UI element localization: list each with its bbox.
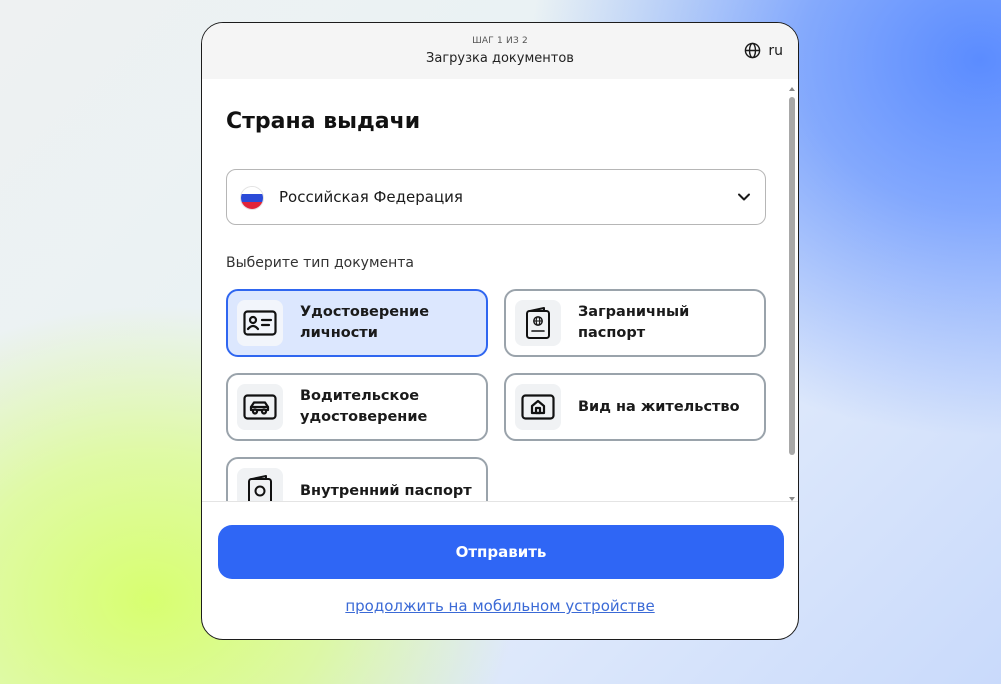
submit-button[interactable]: Отправить xyxy=(218,525,784,579)
doc-option-label: Удостоверение личности xyxy=(300,304,430,341)
doc-option-internal-passport[interactable]: Внутренний паспорт xyxy=(226,457,488,501)
country-value: Российская Федерация xyxy=(279,188,463,206)
section-title: Страна выдачи xyxy=(226,109,421,134)
continue-on-mobile-link[interactable]: продолжить на мобильном устройстве xyxy=(202,597,798,615)
scrollbar[interactable] xyxy=(788,85,796,503)
modal-header: ШАГ 1 ИЗ 2 Загрузка документов ru xyxy=(202,23,798,79)
form-scroll-area[interactable]: Страна выдачи Российская Федерация Выбер… xyxy=(202,79,798,501)
header-title: Загрузка документов xyxy=(426,51,574,66)
document-upload-modal: ШАГ 1 ИЗ 2 Загрузка документов ru Страна… xyxy=(201,22,799,640)
scrollbar-thumb[interactable] xyxy=(789,97,795,455)
scroll-up-arrow-icon[interactable] xyxy=(789,87,795,91)
car-icon xyxy=(243,394,277,420)
doc-option-passport[interactable]: Заграничный паспорт xyxy=(504,289,766,357)
doc-option-label: Заграничный паспорт xyxy=(578,304,690,341)
chevron-down-icon xyxy=(738,193,750,201)
doc-option-residence-permit[interactable]: Вид на жительство xyxy=(504,373,766,441)
language-selector[interactable]: ru xyxy=(744,42,783,59)
language-code: ru xyxy=(768,42,783,59)
document-type-label: Выберите тип документа xyxy=(226,255,415,271)
russia-flag-icon xyxy=(241,187,263,209)
doc-option-id-card[interactable]: Удостоверение личности xyxy=(226,289,488,357)
passport-icon xyxy=(526,307,550,339)
id-card-icon xyxy=(243,310,277,336)
doc-option-label: Вид на жительство xyxy=(578,398,740,415)
home-icon xyxy=(521,394,555,420)
internal-passport-icon xyxy=(248,475,272,501)
doc-option-driver-license[interactable]: Водительское удостоверение xyxy=(226,373,488,441)
country-select[interactable]: Российская Федерация xyxy=(226,169,766,225)
step-indicator: ШАГ 1 ИЗ 2 xyxy=(472,36,528,46)
globe-icon xyxy=(745,42,761,59)
doc-option-label: Водительское удостоверение xyxy=(300,388,428,425)
footer-divider xyxy=(202,501,798,502)
doc-option-label: Внутренний паспорт xyxy=(300,482,472,499)
